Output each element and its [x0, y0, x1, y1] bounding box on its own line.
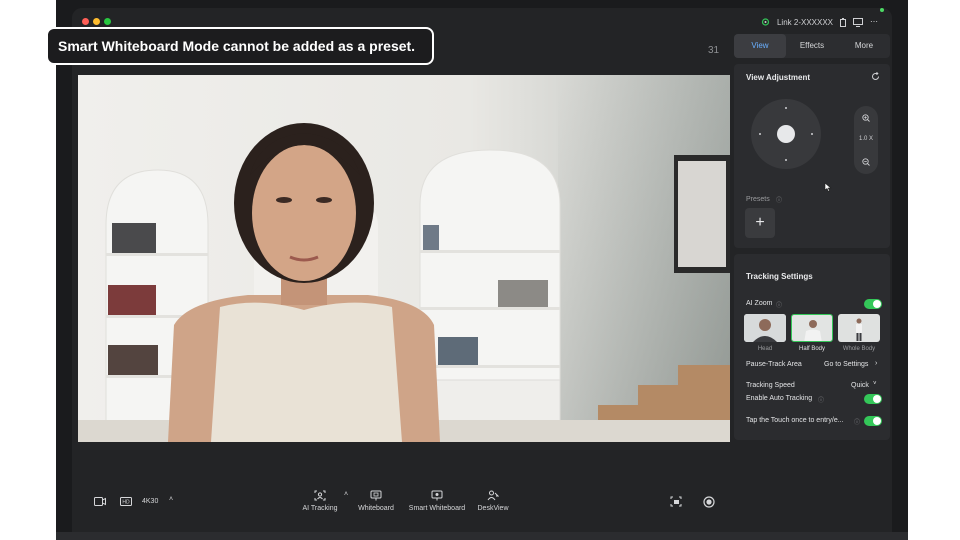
record-icon[interactable]: [703, 496, 715, 508]
deskview-icon: [487, 490, 499, 501]
framing-head-label: Head: [757, 346, 773, 352]
info-icon[interactable]: ⓘ: [854, 417, 860, 426]
mode-smart-whiteboard[interactable]: Smart Whiteboard: [404, 490, 470, 512]
device-toolbar: Link 2-XXXXXX ⋯: [761, 16, 878, 28]
whiteboard-icon: [370, 490, 382, 501]
info-icon[interactable]: ⓘ: [818, 395, 824, 404]
camera-preview-image: [78, 75, 730, 442]
bottom-toolbar: HD 4K30 ˄ AI Tracking ˄ Whiteboard Smart…: [78, 478, 730, 522]
whole-body-thumbnail: [838, 314, 880, 342]
framing-whole-body-label: Whole Body: [842, 346, 876, 352]
zoom-in-icon[interactable]: [862, 114, 870, 122]
zoom-window-button[interactable]: [104, 18, 111, 25]
pause-track-label: Pause-Track Area: [746, 361, 802, 368]
hdr-icon[interactable]: HD: [120, 497, 132, 506]
snapshot-icon[interactable]: [670, 496, 682, 507]
mode-label: Whiteboard: [358, 505, 394, 512]
info-icon[interactable]: ⓘ: [776, 195, 782, 204]
view-adjustment-title: View Adjustment: [746, 73, 811, 82]
panel-tabs: View Effects More: [734, 34, 890, 58]
chevron-right-icon[interactable]: ›: [875, 360, 877, 367]
add-preset-button[interactable]: +: [745, 208, 775, 238]
mouse-cursor-icon: [824, 182, 832, 192]
zoom-control: 1.0 X: [854, 106, 878, 174]
mode-label: Smart Whiteboard: [408, 505, 466, 512]
chevron-down-icon[interactable]: ˅: [873, 381, 877, 387]
resolution-label[interactable]: 4K30: [142, 498, 158, 505]
frame-counter: 31: [708, 45, 720, 56]
tracking-speed-value[interactable]: Quick: [851, 382, 869, 389]
pan-tilt-joystick[interactable]: [750, 98, 822, 170]
device-label[interactable]: Link 2-XXXXXX: [777, 18, 833, 27]
warning-banner: Smart Whiteboard Mode cannot be added as…: [46, 27, 434, 65]
mode-whiteboard[interactable]: Whiteboard: [354, 490, 398, 512]
more-icon[interactable]: ⋯: [870, 18, 878, 26]
auto-tracking-label: Enable Auto Tracking: [746, 395, 813, 402]
status-dot: [880, 8, 884, 12]
chevron-up-icon[interactable]: ˄: [169, 496, 173, 503]
camera-device-icon[interactable]: [761, 17, 770, 27]
framing-half-body-thumb[interactable]: [791, 314, 833, 342]
close-window-button[interactable]: [82, 18, 89, 25]
camera-preview: [78, 75, 730, 442]
zoom-out-icon[interactable]: [862, 158, 870, 166]
touch-toggle[interactable]: [864, 416, 882, 426]
zoom-level: 1.0 X: [858, 136, 873, 142]
tracking-speed-label: Tracking Speed: [746, 382, 795, 389]
mode-deskview[interactable]: DeskView: [474, 490, 512, 512]
head-thumbnail: [744, 314, 786, 342]
auto-tracking-toggle[interactable]: [864, 394, 882, 404]
half-body-thumbnail: [792, 315, 832, 341]
mode-ai-tracking[interactable]: AI Tracking: [298, 490, 342, 512]
mode-label: DeskView: [477, 505, 509, 512]
settings-panel: View Effects More View Adjustment 1.0 X …: [734, 34, 890, 532]
battery-icon: [840, 17, 846, 27]
mode-label: AI Tracking: [302, 505, 338, 512]
ai-tracking-icon: [314, 490, 326, 501]
smart-whiteboard-icon: [431, 490, 443, 501]
chevron-up-icon[interactable]: ˄: [344, 491, 348, 498]
minimize-window-button[interactable]: [93, 18, 100, 25]
framing-head-thumb[interactable]: [744, 314, 786, 342]
ai-zoom-toggle[interactable]: [864, 299, 882, 309]
tracking-settings-card: Tracking Settings AI Zoom ⓘ Head Half Bo…: [734, 254, 890, 440]
touch-setting-label: Tap the Touch once to entry/e...: [746, 417, 844, 424]
tab-effects[interactable]: Effects: [786, 34, 838, 58]
presets-label: Presets: [746, 196, 770, 203]
info-icon[interactable]: ⓘ: [776, 300, 782, 309]
framing-whole-body-thumb[interactable]: [838, 314, 880, 342]
reset-icon[interactable]: [871, 72, 880, 81]
camera-icon[interactable]: [94, 497, 106, 506]
app-window: Link 2-XXXXXX ⋯ 31 HD 4K30 ˄ AI Tracking…: [72, 8, 892, 532]
go-to-settings-link[interactable]: Go to Settings: [824, 361, 868, 368]
tab-more[interactable]: More: [838, 34, 890, 58]
svg-text:HD: HD: [122, 500, 130, 506]
tracking-settings-title: Tracking Settings: [746, 272, 813, 281]
ai-zoom-label: AI Zoom: [746, 300, 773, 307]
framing-half-body-label: Half Body: [798, 346, 825, 352]
view-adjustment-card: View Adjustment 1.0 X Presets ⓘ +: [734, 64, 890, 248]
tab-view[interactable]: View: [734, 34, 786, 58]
screen-icon[interactable]: [853, 17, 863, 27]
laptop-hinge: [56, 532, 908, 540]
